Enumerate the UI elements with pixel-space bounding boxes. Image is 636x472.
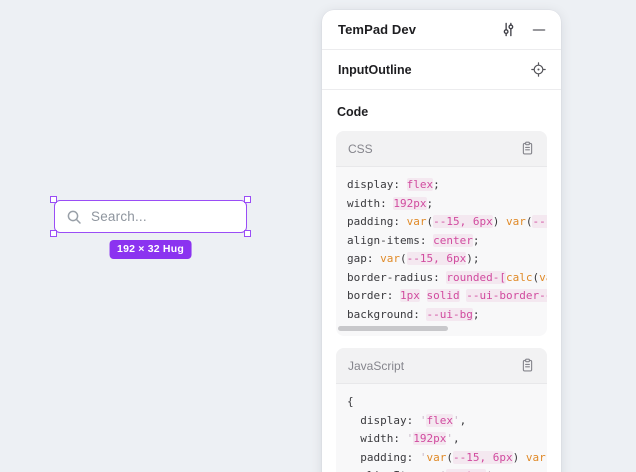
code-line: { — [347, 393, 536, 412]
code-blocks-container: CSS display: flex;width: 192px;padding: v… — [336, 131, 547, 472]
copy-icon[interactable] — [520, 358, 535, 373]
code-section-label: Code — [337, 105, 547, 119]
code-language-label: JavaScript — [348, 359, 520, 373]
code-line: border: 1px solid --ui-border-color; — [347, 287, 536, 306]
code-block-header: CSS — [336, 131, 547, 167]
copy-icon[interactable] — [520, 141, 535, 156]
code-block-header: JavaScript — [336, 348, 547, 384]
code-line: gap: var(--15, 6px); — [347, 250, 536, 269]
minimize-icon[interactable] — [532, 23, 546, 37]
code-line: width: 192px; — [347, 195, 536, 214]
selection-wrapper: Search... 192 × 32 Hug — [54, 200, 247, 233]
code-line: alignItems: 'center', — [347, 467, 536, 472]
code-line: padding: var(--15, 6px) var(--15, 6px); — [347, 213, 536, 232]
tempad-dev-panel: TemPad Dev InputOutline — [322, 10, 561, 472]
code-block-javascript: JavaScript { display: 'flex', width: '192… — [336, 348, 547, 472]
panel-title: TemPad Dev — [338, 22, 485, 37]
code-content[interactable]: { display: 'flex', width: '192px', paddi… — [336, 384, 547, 472]
code-language-label: CSS — [348, 142, 520, 156]
selection-handle[interactable] — [50, 196, 57, 203]
selection-handle[interactable] — [244, 196, 251, 203]
code-line: display: flex; — [347, 176, 536, 195]
component-row: InputOutline — [322, 50, 561, 90]
search-placeholder: Search... — [91, 209, 147, 224]
code-line: padding: 'var(--15, 6px) var(--15, 6px)'… — [347, 449, 536, 468]
code-line: width: '192px', — [347, 430, 536, 449]
search-input-component[interactable]: Search... — [54, 200, 247, 233]
horizontal-scrollbar[interactable] — [338, 326, 448, 331]
selection-handle[interactable] — [244, 230, 251, 237]
code-line: display: 'flex', — [347, 412, 536, 431]
locate-icon[interactable] — [531, 62, 546, 77]
sliders-icon[interactable] — [500, 21, 517, 38]
code-line: border-radius: rounded-[calc(var(--round… — [347, 269, 536, 288]
panel-header: TemPad Dev — [322, 10, 561, 50]
panel-body: Code CSSdisplay: flex;width: 192px;paddi… — [322, 90, 561, 472]
code-content[interactable]: display: flex;width: 192px;padding: var(… — [336, 167, 547, 336]
search-icon — [66, 209, 82, 225]
code-line: align-items: center; — [347, 232, 536, 251]
component-name: InputOutline — [338, 63, 531, 77]
code-line: background: --ui-bg; — [347, 306, 536, 325]
selection-handle[interactable] — [50, 230, 57, 237]
dimensions-badge: 192 × 32 Hug — [109, 240, 192, 259]
code-block-css: CSS display: flex;width: 192px;padding: v… — [336, 131, 547, 336]
